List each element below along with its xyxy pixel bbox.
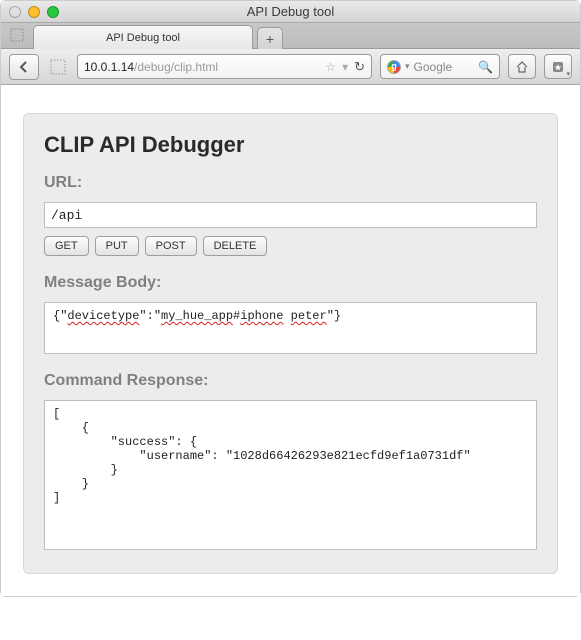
search-icon[interactable]: 🔍 bbox=[478, 60, 493, 74]
clip-debugger-panel: CLIP API Debugger URL: GET PUT POST DELE… bbox=[23, 113, 558, 574]
google-icon bbox=[387, 60, 401, 74]
bookmarks-button[interactable]: ▾ bbox=[544, 54, 572, 79]
traffic-lights bbox=[9, 6, 59, 18]
address-path: /debug/clip.html bbox=[134, 60, 218, 74]
window-title: API Debug tool bbox=[1, 4, 580, 19]
message-body-label: Message Body: bbox=[44, 274, 537, 292]
url-input[interactable] bbox=[44, 202, 537, 228]
address-url: 10.0.1.14/debug/clip.html bbox=[84, 60, 319, 74]
page-title: CLIP API Debugger bbox=[44, 132, 537, 158]
tab-strip: API Debug tool + bbox=[1, 23, 580, 49]
page-body: CLIP API Debugger URL: GET PUT POST DELE… bbox=[1, 85, 580, 596]
command-response-output[interactable] bbox=[44, 400, 537, 550]
site-identity-icon[interactable] bbox=[47, 59, 69, 75]
browser-toolbar: 10.0.1.14/debug/clip.html ☆ ▾ ↻ ▾ Google… bbox=[1, 49, 580, 85]
new-tab-button[interactable]: + bbox=[257, 27, 283, 49]
url-label: URL: bbox=[44, 174, 537, 192]
tab-label: API Debug tool bbox=[106, 32, 180, 44]
message-body-input[interactable]: {"devicetype":"my_hue_app#iphone peter"} bbox=[44, 302, 537, 354]
tab-active[interactable]: API Debug tool bbox=[33, 25, 253, 49]
post-button[interactable]: POST bbox=[145, 236, 197, 256]
delete-button[interactable]: DELETE bbox=[203, 236, 268, 256]
home-button[interactable] bbox=[508, 54, 536, 79]
search-placeholder: Google bbox=[414, 60, 475, 74]
reload-icon[interactable]: ↻ bbox=[354, 59, 365, 75]
command-response-label: Command Response: bbox=[44, 372, 537, 390]
search-menu-icon[interactable]: ▾ bbox=[405, 61, 410, 72]
method-buttons: GET PUT POST DELETE bbox=[44, 236, 537, 256]
address-bar[interactable]: 10.0.1.14/debug/clip.html ☆ ▾ ↻ bbox=[77, 54, 372, 79]
page-corner-icon[interactable] bbox=[7, 25, 27, 45]
get-button[interactable]: GET bbox=[44, 236, 89, 256]
minimize-window-button[interactable] bbox=[28, 6, 40, 18]
window-titlebar: API Debug tool bbox=[1, 1, 580, 23]
dropdown-icon[interactable]: ▾ bbox=[342, 60, 348, 74]
back-button[interactable] bbox=[9, 54, 39, 80]
put-button[interactable]: PUT bbox=[95, 236, 139, 256]
close-window-button[interactable] bbox=[9, 6, 21, 18]
search-bar[interactable]: ▾ Google 🔍 bbox=[380, 54, 500, 79]
address-host: 10.0.1.14 bbox=[84, 60, 134, 74]
zoom-window-button[interactable] bbox=[47, 6, 59, 18]
bookmark-star-icon[interactable]: ☆ bbox=[325, 60, 336, 74]
